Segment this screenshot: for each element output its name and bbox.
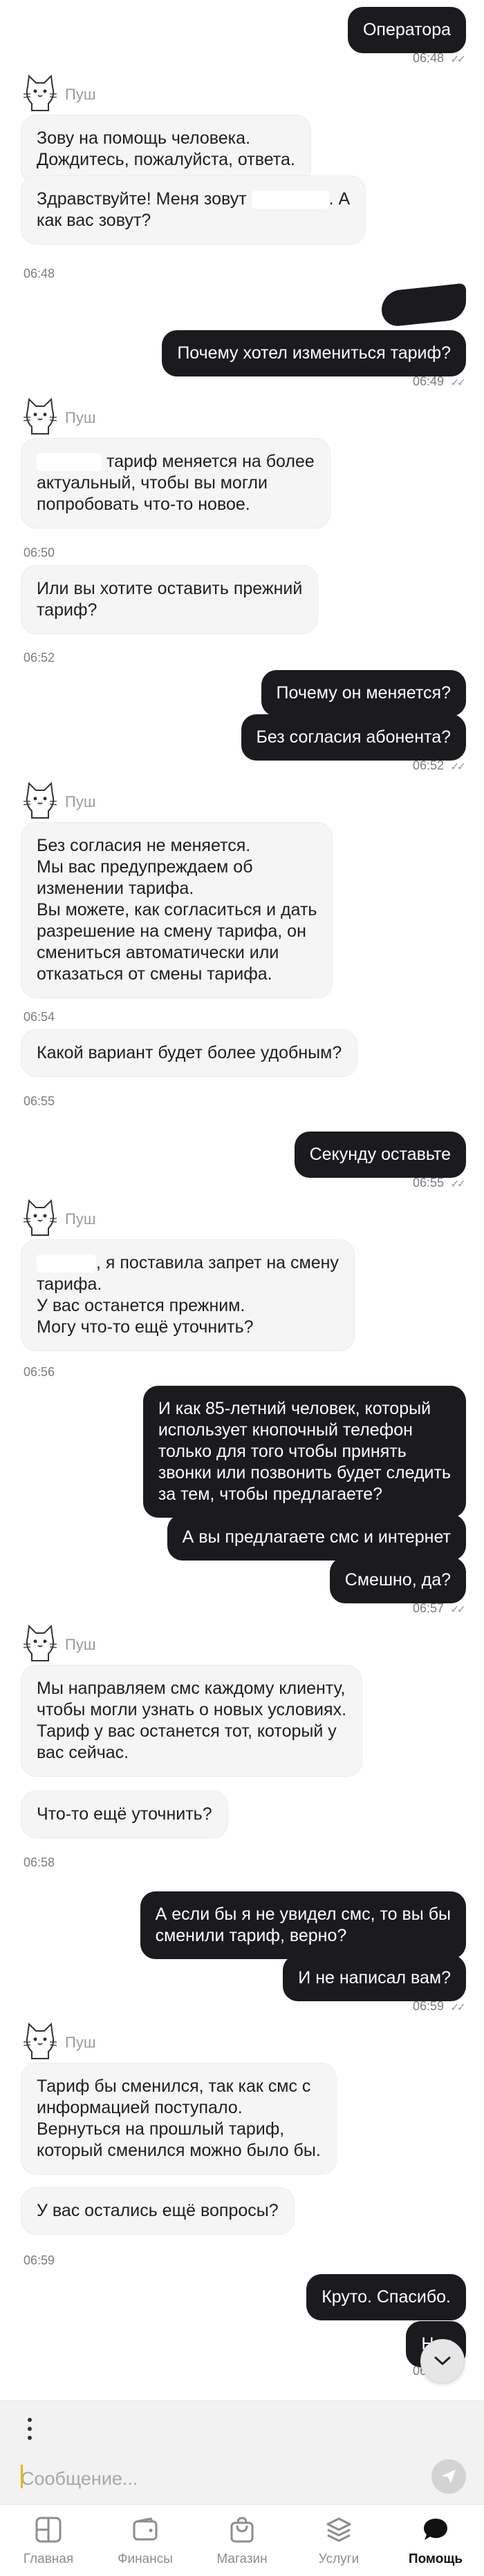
message-time: 06:56 — [24, 1365, 55, 1379]
send-button[interactable] — [431, 2459, 466, 2494]
outgoing-message: И не написал вам? — [283, 1955, 466, 2001]
tab-label: Главная — [23, 2552, 74, 2566]
bot-name: Пуш — [65, 793, 96, 810]
message-time: 06:49 — [412, 374, 444, 388]
cat-avatar-icon — [23, 1624, 57, 1661]
message-time: 06:48 — [24, 267, 55, 280]
outgoing-message: А вы предлагаете смс и интернет — [167, 1514, 466, 1561]
incoming-message: Здравствуйте! Меня зовут . А как вас зов… — [21, 175, 366, 245]
incoming-message: У вас остались ещё вопросы? — [21, 2187, 295, 2235]
bottom-tab-bar: Главная Финансы Магазин Услуги Помощь — [0, 2504, 484, 2576]
read-ticks-icon: ✓✓ — [450, 2002, 466, 2014]
message-time: 06:50 — [24, 546, 55, 560]
text-caret — [21, 2465, 23, 2488]
message-time: 06:57 — [412, 1601, 444, 1615]
shopping-bag-icon — [230, 2517, 254, 2543]
tab-help[interactable]: Помощь — [387, 2505, 484, 2576]
redacted-name — [251, 191, 329, 209]
tab-label: Услуги — [318, 2552, 360, 2566]
wallet-icon — [133, 2517, 158, 2541]
incoming-message: Без согласия не меняется. Мы вас предупр… — [21, 822, 333, 998]
send-icon — [442, 2470, 456, 2483]
message-text: Здравствуйте! Меня зовут — [37, 189, 252, 209]
home-grid-icon — [35, 2517, 62, 2543]
incoming-message: Тариф бы сменился, так как смс с информа… — [21, 2063, 337, 2175]
outgoing-message: Почему он меняется? — [261, 670, 466, 716]
tab-finance[interactable]: Финансы — [97, 2505, 194, 2576]
cat-avatar-icon — [23, 397, 57, 435]
bot-name: Пуш — [65, 86, 96, 103]
outgoing-message: А если бы я не увидел смс, то вы бы смен… — [140, 1891, 466, 1959]
read-ticks-icon: ✓✓ — [450, 54, 466, 66]
tab-shop[interactable]: Магазин — [194, 2505, 290, 2576]
incoming-message: Какой вариант будет более удобным? — [21, 1029, 358, 1077]
message-time: 06:58 — [24, 1855, 55, 1869]
outgoing-message: Оператора — [347, 7, 466, 53]
outgoing-message: Почему хотел измениться тариф? — [162, 330, 466, 376]
outgoing-message: Секунду оставьте — [294, 1132, 466, 1178]
chat-bubble-icon — [424, 2519, 447, 2540]
redacted-outgoing-image — [382, 283, 466, 328]
redacted-name — [37, 453, 102, 472]
message-time: 06:54 — [24, 1010, 55, 1024]
tab-services[interactable]: Услуги — [290, 2505, 387, 2576]
bot-name: Пуш — [65, 2034, 96, 2051]
message-time: 06:52 — [24, 651, 55, 665]
cat-avatar-icon — [23, 74, 57, 111]
bot-name: Пуш — [65, 1636, 96, 1653]
incoming-message: тариф меняется на более актуальный, чтоб… — [21, 438, 331, 528]
layers-icon — [326, 2517, 351, 2542]
incoming-message: Мы направляем смс каждому клиенту, чтобы… — [21, 1665, 363, 1777]
bot-name: Пуш — [65, 409, 96, 426]
bot-name: Пуш — [65, 1210, 96, 1228]
scroll-to-bottom-button[interactable] — [420, 2339, 465, 2383]
cat-avatar-icon — [23, 2022, 57, 2059]
outgoing-message: Без согласия абонента? — [241, 714, 466, 761]
message-time: 06:55 — [412, 1176, 444, 1190]
chevron-down-icon — [434, 2356, 451, 2365]
tab-label: Помощь — [408, 2552, 463, 2566]
message-time: 06:55 — [24, 1094, 55, 1108]
read-ticks-icon: ✓✓ — [450, 761, 466, 773]
message-time: 06:52 — [412, 759, 444, 772]
outgoing-message: И как 85-летний человек, который использ… — [142, 1386, 466, 1518]
incoming-message: Или вы хотите оставить прежний тариф? — [21, 565, 319, 634]
redacted-name — [37, 1254, 96, 1273]
read-ticks-icon: ✓✓ — [450, 377, 466, 389]
cat-avatar-icon — [23, 1199, 57, 1236]
message-time: 06:59 — [412, 1999, 444, 2013]
tab-label: Магазин — [216, 2552, 268, 2566]
cat-avatar-icon — [23, 781, 57, 819]
tab-label: Финансы — [118, 2552, 173, 2566]
incoming-message: , я поставила запрет на смену тарифа. У … — [21, 1239, 355, 1351]
outgoing-message: Смешно, да? — [329, 1557, 466, 1603]
more-vertical-icon[interactable] — [26, 2416, 33, 2441]
outgoing-message: Круто. Спасибо. — [306, 2274, 466, 2320]
message-time: 06:59 — [24, 2253, 55, 2267]
tab-home[interactable]: Главная — [0, 2505, 97, 2576]
incoming-message: Зову на помощь человека. Дождитесь, пожа… — [21, 115, 311, 184]
read-ticks-icon: ✓✓ — [450, 1179, 466, 1190]
incoming-message: Что-то ещё уточнить? — [21, 1791, 228, 1838]
message-composer — [0, 2401, 484, 2505]
chat-thread[interactable]: Оператора 06:48 ✓✓ Пуш Зову на помощь че… — [0, 0, 484, 2401]
message-time: 06:48 — [412, 51, 444, 65]
read-ticks-icon: ✓✓ — [450, 1604, 466, 1616]
message-input[interactable] — [19, 2461, 423, 2497]
